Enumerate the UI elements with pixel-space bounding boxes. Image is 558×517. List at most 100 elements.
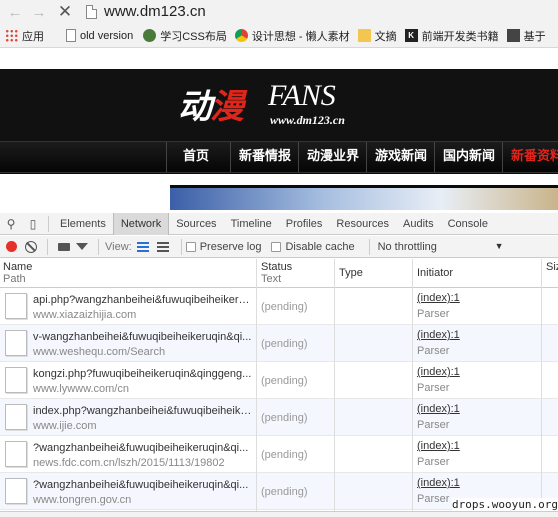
bookmark-apps[interactable]: 应用 (0, 26, 52, 46)
device-mode-icon[interactable]: ▯ (22, 213, 44, 235)
file-icon (5, 478, 27, 504)
request-initiator-type: Parser (417, 456, 450, 468)
request-path: www.xiazaizhijia.com (33, 309, 137, 321)
table-row[interactable]: index.php?wangzhanbeihei&fuwuqibeiheike.… (0, 399, 558, 436)
column-divider[interactable] (412, 259, 413, 511)
page-icon (66, 29, 76, 42)
column-header-name[interactable]: Name Path (3, 261, 32, 285)
logo-fans-text: FANS (268, 79, 336, 112)
request-initiator-link[interactable]: (index):1 (417, 366, 460, 378)
large-rows-icon[interactable] (136, 241, 149, 252)
tab-resources[interactable]: Resources (329, 213, 396, 235)
tab-audits[interactable]: Audits (396, 213, 441, 235)
request-initiator-link[interactable]: (index):1 (417, 329, 460, 341)
divider (47, 238, 48, 255)
request-name: v-wangzhanbeihei&fuwuqibeiheikeruqin&qi.… (33, 331, 252, 343)
capture-screenshots-icon[interactable] (58, 242, 70, 251)
disable-cache-checkbox[interactable] (271, 241, 282, 252)
request-initiator-type: Parser (417, 419, 450, 431)
file-icon (5, 404, 27, 430)
network-toolbar: View: Preserve log Disable cache No thro… (0, 236, 558, 258)
site-nav-industry[interactable]: 动漫业界 (298, 142, 367, 172)
request-initiator-type: Parser (417, 345, 450, 357)
site-nav-new-anime[interactable]: 新番情报 (230, 142, 299, 172)
column-divider[interactable] (541, 259, 542, 511)
site-nav-home[interactable]: 首页 (166, 142, 225, 172)
record-icon[interactable] (6, 241, 17, 252)
column-path-label: Path (3, 273, 26, 285)
tab-elements[interactable]: Elements (53, 213, 113, 235)
request-initiator-type: Parser (417, 493, 450, 505)
bookmark-based[interactable]: 基于 (506, 26, 554, 46)
site-nav: 首页 新番情报 动漫业界 游戏新闻 国内新闻 新番资料 (0, 141, 558, 173)
request-name: api.php?wangzhanbeihei&fuwuqibeiheikeru.… (33, 294, 253, 306)
bookmark-label: 文摘 (374, 30, 397, 43)
table-row[interactable]: v-wangzhanbeihei&fuwuqibeiheikeruqin&qi.… (0, 325, 558, 362)
apps-grid-icon (5, 29, 18, 42)
overview-icon[interactable] (156, 241, 169, 252)
request-name: ?wangzhanbeihei&fuwuqibeiheikeruqin&qi..… (33, 442, 249, 454)
forward-arrow-icon[interactable]: → (30, 2, 48, 22)
tab-profiles[interactable]: Profiles (279, 213, 330, 235)
bookmark-label: 设计思想 - 懒人素材 (251, 30, 350, 43)
preserve-log-checkbox[interactable] (185, 241, 196, 252)
request-path: news.fdc.com.cn/lszh/2015/1113/19802 (33, 457, 225, 469)
table-row[interactable]: kongzi.php?fuwuqibeiheikeruqin&qinggeng.… (0, 362, 558, 399)
file-icon (5, 293, 27, 319)
column-divider[interactable] (334, 259, 335, 511)
request-initiator-link[interactable]: (index):1 (417, 440, 460, 452)
bookmark-label: 学习CSS布局 (160, 30, 227, 43)
site-logo[interactable]: 动漫 (178, 79, 244, 128)
bookmark-frontend-books[interactable]: K 前端开发类书籍 (404, 26, 507, 46)
inspect-search-icon[interactable]: ⚲ (0, 213, 22, 235)
bookmarks-bar: 应用 old version 学习CSS布局 设计思想 - 懒人素材 文摘 K … (0, 24, 558, 48)
filter-icon[interactable] (76, 243, 88, 250)
request-name: kongzi.php?fuwuqibeiheikeruqin&qinggeng.… (33, 368, 252, 380)
request-initiator-link[interactable]: (index):1 (417, 292, 460, 304)
table-row[interactable]: ?wangzhanbeihei&fuwuqibeiheikeruqin&qi..… (0, 436, 558, 473)
column-header-size[interactable]: Siz (546, 261, 558, 273)
clear-icon[interactable] (25, 240, 37, 253)
preserve-log-option[interactable]: Preserve log (185, 241, 261, 253)
throttling-select[interactable]: No throttling ▼ (378, 241, 504, 253)
request-initiator-link[interactable]: (index):1 (417, 477, 460, 489)
site-white-area (0, 185, 170, 210)
bookmark-css-layout[interactable]: 学习CSS布局 (141, 26, 235, 46)
column-header-status[interactable]: Status Text (261, 261, 292, 285)
request-status: (pending) (261, 449, 308, 461)
tab-timeline[interactable]: Timeline (224, 213, 279, 235)
table-header: Name Path Status Text Type Initiator Siz (0, 259, 558, 288)
tab-network[interactable]: Network (112, 212, 170, 235)
url-text[interactable]: www.dm123.cn (104, 3, 206, 20)
tab-console[interactable]: Console (441, 213, 495, 235)
bookmark-design[interactable]: 设计思想 - 懒人素材 (234, 26, 358, 46)
chrome-icon (234, 29, 248, 42)
css-icon (143, 29, 157, 42)
site-nav-domestic[interactable]: 国内新闻 (434, 142, 503, 172)
table-row[interactable]: api.php?wangzhanbeihei&fuwuqibeiheikeru.… (0, 288, 558, 325)
back-arrow-icon[interactable]: ← (6, 2, 24, 22)
tab-sources[interactable]: Sources (169, 213, 223, 235)
bookmark-old-version[interactable]: old version (52, 26, 141, 46)
column-header-type[interactable]: Type (339, 267, 363, 279)
site-nav-game-news[interactable]: 游戏新闻 (366, 142, 435, 172)
file-icon (5, 330, 27, 356)
request-status: (pending) (261, 412, 308, 424)
site-separator (0, 174, 558, 185)
throttling-value: No throttling (377, 240, 437, 253)
logo-url-text: www.dm123.cn (270, 113, 345, 127)
folder-icon (357, 29, 371, 42)
network-request-table: Name Path Status Text Type Initiator Siz… (0, 259, 558, 511)
stop-loading-icon[interactable]: ✕ (56, 2, 74, 22)
website-viewport: 动漫 FANS www.dm123.cn 首页 新番情报 动漫业界 游戏新闻 国… (0, 49, 558, 210)
request-initiator-type: Parser (417, 308, 450, 320)
column-header-initiator[interactable]: Initiator (417, 267, 453, 279)
site-banner-image[interactable] (170, 188, 558, 210)
column-divider[interactable] (256, 259, 257, 511)
disable-cache-option[interactable]: Disable cache (271, 241, 355, 253)
bookmark-label: 应用 (22, 30, 44, 43)
request-initiator-type: Parser (417, 382, 450, 394)
site-nav-anime-info[interactable]: 新番资料 (502, 142, 558, 172)
bookmark-digest[interactable]: 文摘 (357, 26, 405, 46)
request-initiator-link[interactable]: (index):1 (417, 403, 460, 415)
